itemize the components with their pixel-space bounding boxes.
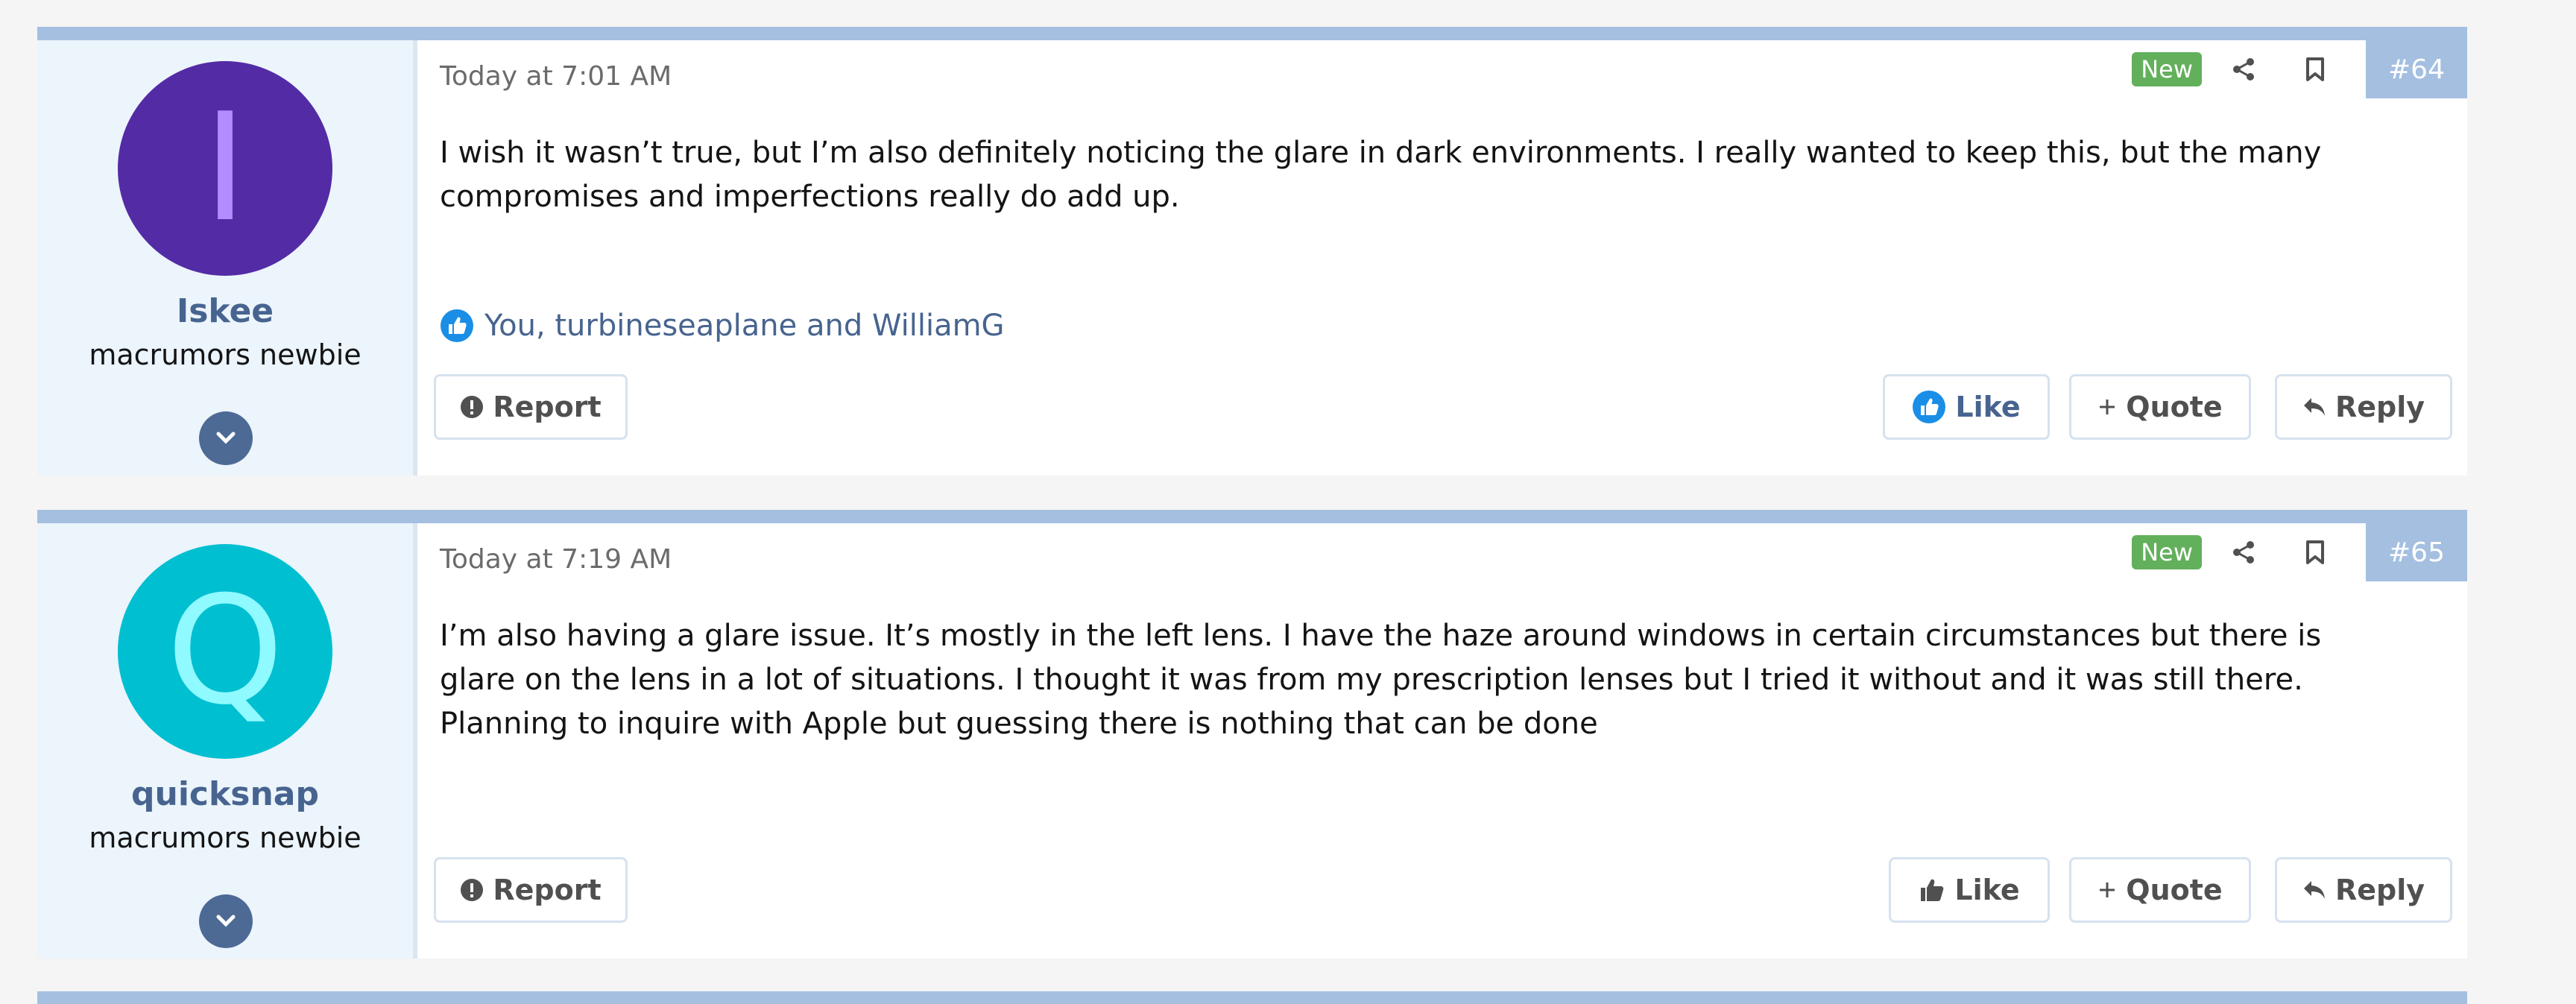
like-label: Like bbox=[1954, 874, 2020, 906]
post-65: Q quicksnap macrumors newbie Today at 7:… bbox=[37, 510, 2467, 959]
username-link[interactable]: quicksnap bbox=[37, 775, 413, 813]
reply-button[interactable]: Reply bbox=[2275, 857, 2452, 923]
plus-icon bbox=[2100, 883, 2115, 897]
reply-button[interactable]: Reply bbox=[2275, 374, 2452, 440]
post-number-link[interactable]: #65 bbox=[2366, 523, 2467, 581]
share-button[interactable] bbox=[2223, 531, 2264, 573]
quote-button[interactable]: Quote bbox=[2069, 857, 2251, 923]
quote-label: Quote bbox=[2126, 874, 2223, 906]
reply-label: Reply bbox=[2334, 391, 2425, 423]
new-badge: New bbox=[2132, 52, 2202, 86]
like-button[interactable]: Like bbox=[1889, 857, 2050, 923]
post-body: I’m also having a glare issue. It’s most… bbox=[440, 614, 2452, 746]
avatar-letter: Q bbox=[166, 564, 284, 738]
exclamation-circle-icon bbox=[461, 879, 484, 901]
report-button[interactable]: Report bbox=[434, 857, 628, 923]
reply-arrow-icon bbox=[2303, 398, 2325, 416]
quote-label: Quote bbox=[2126, 391, 2223, 423]
thumbs-up-icon bbox=[1921, 879, 1944, 901]
post-body-line: I wish it wasn’t true, but I’m also defi… bbox=[440, 136, 2322, 170]
post-main: Today at 7:19 AM New #65 I’m also having… bbox=[417, 523, 2467, 959]
bookmark-button[interactable] bbox=[2294, 48, 2336, 90]
like-button[interactable]: Like bbox=[1883, 374, 2050, 440]
exclamation-circle-icon bbox=[461, 396, 484, 418]
post-tools: New #65 bbox=[2132, 523, 2467, 581]
post-body-line: compromises and imperfections really do … bbox=[440, 180, 1180, 214]
share-button[interactable] bbox=[2223, 48, 2264, 90]
user-title: macrumors newbie bbox=[89, 821, 362, 854]
post-64: I Iskee macrumors newbie Today at 7:01 A… bbox=[37, 27, 2467, 476]
avatar[interactable]: I bbox=[118, 61, 332, 276]
chevron-down-icon bbox=[216, 915, 236, 927]
expand-user-button[interactable] bbox=[199, 411, 253, 465]
user-panel: Q quicksnap macrumors newbie bbox=[37, 523, 434, 959]
avatar[interactable]: Q bbox=[118, 544, 332, 759]
report-label: Report bbox=[493, 874, 602, 906]
chevron-down-icon bbox=[216, 432, 236, 444]
reactions-bar[interactable]: You, turbineseaplane and WilliamG bbox=[440, 309, 1005, 343]
bookmark-icon bbox=[2306, 540, 2324, 564]
like-label: Like bbox=[1955, 391, 2021, 423]
user-panel: I Iskee macrumors newbie bbox=[37, 40, 434, 476]
reactions-text[interactable]: You, turbineseaplane and WilliamG bbox=[484, 309, 1005, 343]
thumbs-up-icon bbox=[1913, 391, 1946, 423]
expand-user-button[interactable] bbox=[199, 894, 253, 948]
username-link[interactable]: Iskee bbox=[37, 292, 413, 330]
post-tools: New #64 bbox=[2132, 40, 2467, 98]
quote-button[interactable]: Quote bbox=[2069, 374, 2251, 440]
new-badge: New bbox=[2132, 535, 2202, 569]
post-body-line: Planning to inquire with Apple but guess… bbox=[440, 707, 1598, 741]
post-body: I wish it wasn’t true, but I’m also defi… bbox=[440, 131, 2452, 219]
post-body-line: I’m also having a glare issue. It’s most… bbox=[440, 619, 2322, 653]
bookmark-icon bbox=[2306, 57, 2324, 81]
next-post-border bbox=[37, 991, 2467, 1004]
share-icon bbox=[2233, 541, 2254, 563]
post-number-link[interactable]: #64 bbox=[2366, 40, 2467, 98]
report-button[interactable]: Report bbox=[434, 374, 628, 440]
reply-label: Reply bbox=[2334, 874, 2425, 906]
post-date[interactable]: Today at 7:01 AM bbox=[440, 61, 672, 92]
avatar-letter: I bbox=[203, 81, 247, 255]
post-main: Today at 7:01 AM New #64 I wish it wasn’… bbox=[417, 40, 2467, 476]
post-date[interactable]: Today at 7:19 AM bbox=[440, 544, 672, 575]
plus-icon bbox=[2100, 400, 2115, 414]
user-title: macrumors newbie bbox=[89, 338, 362, 371]
post-body-line: glare on the lens in a lot of situations… bbox=[440, 663, 2303, 697]
report-label: Report bbox=[493, 391, 602, 423]
bookmark-button[interactable] bbox=[2294, 531, 2336, 573]
reply-arrow-icon bbox=[2303, 881, 2325, 899]
thumbs-up-reaction-icon bbox=[441, 309, 473, 342]
share-icon bbox=[2233, 58, 2254, 80]
